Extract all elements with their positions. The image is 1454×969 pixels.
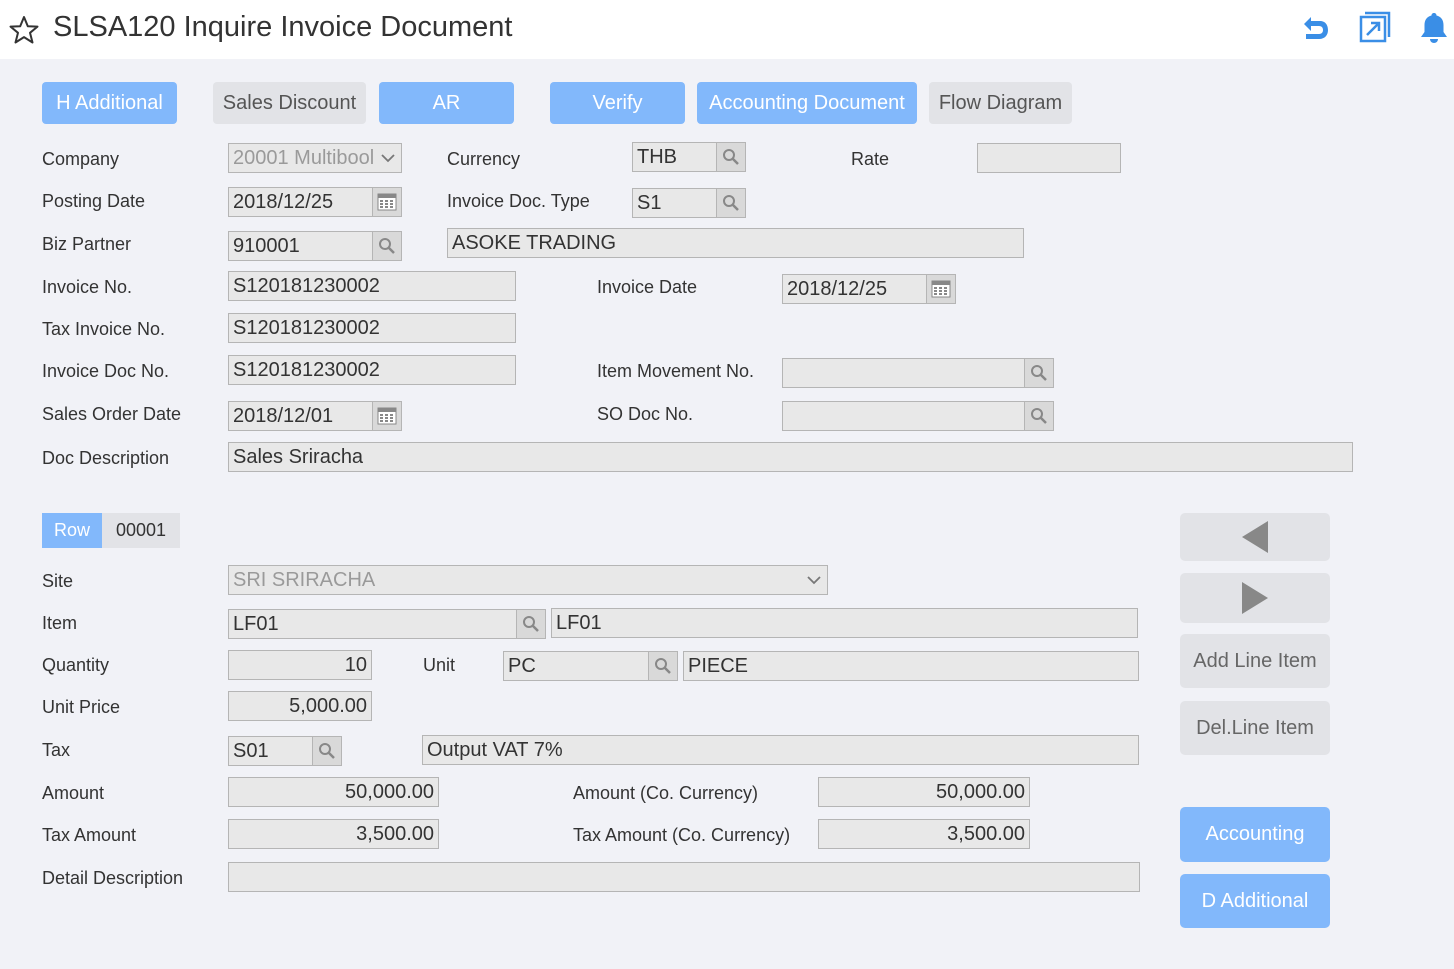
calendar-icon[interactable] [372,401,402,431]
undo-icon[interactable] [1296,10,1332,46]
accounting-document-button[interactable]: Accounting Document [697,82,917,124]
h-additional-button[interactable]: H Additional [42,82,177,124]
item-movement-search-icon[interactable] [1024,358,1054,388]
bell-icon[interactable] [1416,10,1452,46]
biz-partner-name-field: ASOKE TRADING [447,228,1024,258]
invoice-date-field[interactable]: 2018/12/25 [782,274,928,304]
calendar-icon[interactable] [926,274,956,304]
calendar-icon[interactable] [372,187,402,217]
add-line-item-button[interactable]: Add Line Item [1180,634,1330,688]
star-icon[interactable] [8,14,40,46]
amount-co-currency-label: Amount (Co. Currency) [573,783,759,803]
page-title: SLSA120 Inquire Invoice Document [53,11,513,43]
amount-co-currency-field: 50,000.00 [818,777,1030,807]
tax-name-field: Output VAT 7% [422,735,1139,765]
amount-field: 50,000.00 [228,777,439,807]
tax-search-icon[interactable] [312,736,342,766]
row-tab[interactable]: Row [42,513,102,548]
sales-discount-button[interactable]: Sales Discount [213,82,366,124]
d-additional-button[interactable]: D Additional [1180,874,1330,928]
delete-line-item-button[interactable]: Del.Line Item [1180,701,1330,755]
item-movement-no-field[interactable] [782,358,1026,388]
biz-partner-field[interactable]: 910001 [228,231,374,261]
currency-field[interactable]: THB [632,142,718,172]
next-row-button[interactable] [1180,573,1330,623]
so-doc-no-label: SO Doc No. [597,404,694,424]
tax-invoice-no-field[interactable]: S120181230002 [228,313,516,343]
unit-label: Unit [423,655,456,675]
detail-description-label: Detail Description [42,868,184,888]
invoice-no-field[interactable]: S120181230002 [228,271,516,301]
tax-amount-label: Tax Amount [42,825,137,845]
quantity-field[interactable]: 10 [228,650,372,680]
unit-code-field[interactable]: PC [503,651,650,681]
amount-label: Amount [42,783,105,803]
unit-name-field: PIECE [683,651,1139,681]
tax-amount-co-currency-label: Tax Amount (Co. Currency) [573,825,791,845]
accounting-button[interactable]: Accounting [1180,807,1330,862]
currency-search-icon[interactable] [716,142,746,172]
invoice-doc-no-label: Invoice Doc No. [42,361,170,381]
sales-order-date-label: Sales Order Date [42,404,182,424]
arrow-left-icon [1242,521,1268,553]
currency-label: Currency [447,149,521,169]
invoice-date-label: Invoice Date [597,277,698,297]
rate-label: Rate [851,149,890,169]
chevron-down-icon [381,154,395,163]
chevron-down-icon [807,576,821,585]
item-code-field[interactable]: LF01 [228,609,518,639]
arrow-right-icon [1242,582,1268,614]
tax-code-field[interactable]: S01 [228,736,314,766]
sales-order-date-field[interactable]: 2018/12/01 [228,401,374,431]
so-doc-no-field[interactable] [782,401,1026,431]
item-movement-no-label: Item Movement No. [597,361,755,381]
site-select[interactable]: SRI SRIRACHA [228,565,828,595]
tax-label: Tax [42,740,71,760]
site-label: Site [42,571,74,591]
item-search-icon[interactable] [516,609,546,639]
posting-date-label: Posting Date [42,191,146,211]
open-window-icon[interactable] [1356,10,1392,46]
company-select[interactable]: 20001 Multibool [228,143,402,173]
rate-field[interactable] [977,143,1121,173]
unit-search-icon[interactable] [648,651,678,681]
tax-amount-co-currency-field: 3,500.00 [818,819,1030,849]
invoice-no-label: Invoice No. [42,277,133,297]
ar-button[interactable]: AR [379,82,514,124]
tax-invoice-no-label: Tax Invoice No. [42,319,166,339]
invoice-doc-no-field[interactable]: S120181230002 [228,355,516,385]
doc-description-label: Doc Description [42,448,170,468]
quantity-label: Quantity [42,655,110,675]
unit-price-label: Unit Price [42,697,121,717]
tax-amount-field: 3,500.00 [228,819,439,849]
invoice-doc-type-label: Invoice Doc. Type [447,191,590,211]
previous-row-button[interactable] [1180,513,1330,561]
verify-button[interactable]: Verify [550,82,685,124]
so-doc-search-icon[interactable] [1024,401,1054,431]
company-label: Company [42,149,120,169]
detail-description-field[interactable] [228,862,1140,892]
item-name-field: LF01 [551,608,1138,638]
doc-description-field[interactable]: Sales Sriracha [228,442,1353,472]
unit-price-field[interactable]: 5,000.00 [228,691,372,721]
invoice-doc-type-field[interactable]: S1 [632,188,718,218]
row-number: 00001 [102,513,180,548]
posting-date-field[interactable]: 2018/12/25 [228,187,374,217]
biz-partner-label: Biz Partner [42,234,132,254]
item-label: Item [42,613,78,633]
flow-diagram-button[interactable]: Flow Diagram [929,82,1072,124]
biz-partner-search-icon[interactable] [372,231,402,261]
invoice-doc-type-search-icon[interactable] [716,188,746,218]
